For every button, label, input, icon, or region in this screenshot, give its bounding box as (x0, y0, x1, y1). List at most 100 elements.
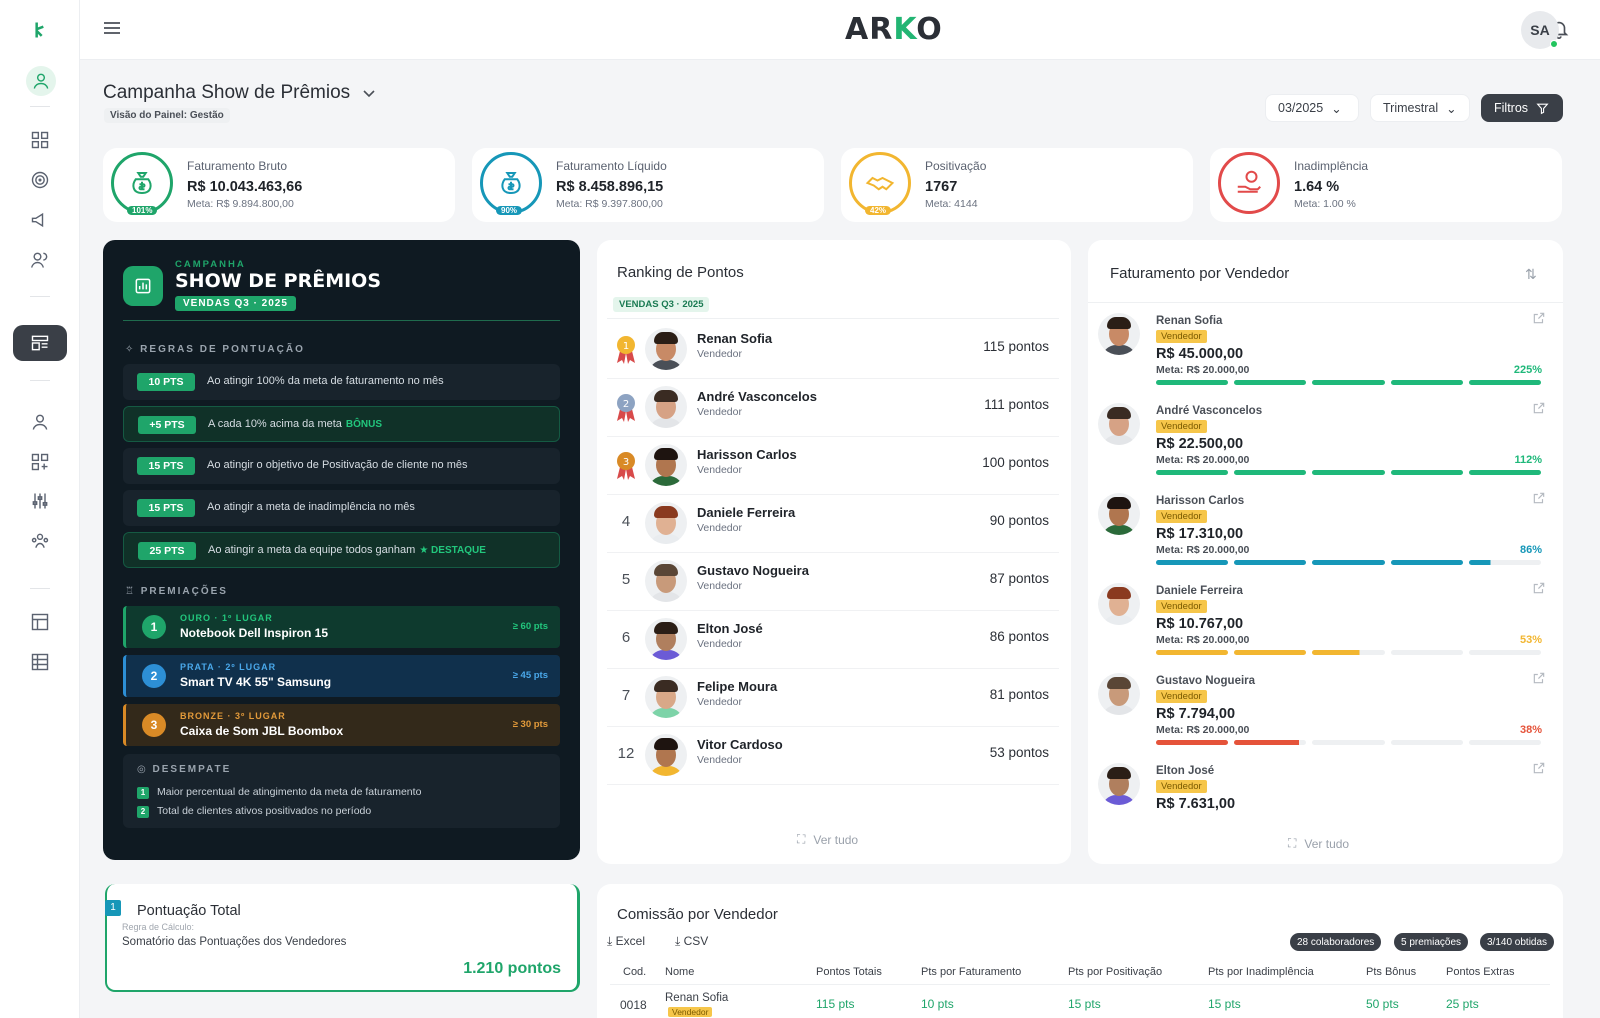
menu-icon[interactable] (103, 20, 121, 36)
ranking-row[interactable]: 4 Daniele Ferreira Vendedor 90 pontos (607, 495, 1059, 553)
users-icon[interactable] (26, 246, 54, 274)
seller-billing-percent: 38% (1519, 724, 1542, 736)
score-total-rule-label: Regra de Cálculo: (122, 922, 195, 932)
row-name: Renan Sofia (665, 992, 729, 1004)
ranking-row[interactable]: 12 Vitor Cardoso Vendedor 53 pontos (607, 727, 1059, 785)
tiebreak-box: ◎ DESEMPATE 1 Maior percentual de atingim… (123, 754, 560, 828)
seller-billing-value: R$ 7.631,00 (1156, 796, 1236, 812)
col-positivation-points[interactable]: Pts por Positivação (1068, 966, 1162, 978)
seller-score: 53 pontos (989, 745, 1049, 760)
target-icon[interactable] (26, 166, 54, 194)
billing-list[interactable]: Renan Sofia Vendedor R$ 45.000,00 Meta: R$ … (1088, 303, 1563, 819)
billing-row[interactable]: Elton José Vendedor R$ 7.631,00 (1098, 761, 1550, 819)
col-extra-points[interactable]: Pontos Extras (1446, 966, 1514, 978)
seller-name: Harisson Carlos (697, 447, 797, 462)
prize-silver: 2 PRATA · 2º LUGAR Smart TV 4K 55" Samsu… (123, 655, 560, 697)
apps-add-icon[interactable] (26, 448, 54, 476)
kpi-percent-badge: 90% (496, 206, 523, 215)
ranking-row[interactable]: 6 Elton José Vendedor 86 pontos (607, 611, 1059, 669)
medal-icon: 3 (617, 452, 635, 480)
ranking-period-chip: VENDAS Q3 · 2025 (613, 297, 710, 312)
prizes-heading: ♖ PREMIAÇÕES (125, 586, 228, 597)
billing-see-all-button[interactable]: ⛶ Ver tudo (1288, 836, 1349, 851)
kpi-label: Inadimplência (1294, 159, 1369, 173)
export-csv-button[interactable]: ⤓ CSV (675, 934, 708, 949)
avatar (645, 560, 687, 602)
col-bonus-points[interactable]: Pts Bônus (1366, 966, 1416, 978)
col-default-points[interactable]: Pts por Inadimplência (1208, 966, 1314, 978)
progress-segment (1468, 560, 1542, 565)
person-icon[interactable] (26, 408, 54, 436)
external-link-icon[interactable] (1532, 671, 1546, 685)
seller-billing-meta: Meta: R$ 20.000,00 (1156, 724, 1250, 736)
tiebreak-heading: ◎ DESEMPATE (137, 764, 232, 775)
progress-segment (1156, 380, 1229, 385)
obtained-count-pill: 3/140 obtidas (1480, 933, 1555, 951)
billing-row[interactable]: Gustavo Nogueira Vendedor R$ 7.794,00 Meta:… (1098, 671, 1550, 761)
medal-icon: 2 (617, 394, 635, 422)
ranking-row[interactable]: 7 Felipe Moura Vendedor 81 pontos (607, 669, 1059, 727)
progress-segment (1312, 650, 1385, 655)
chevron-down-icon[interactable] (363, 90, 375, 98)
billing-row[interactable]: Harisson Carlos Vendedor R$ 17.310,00 Meta:… (1098, 491, 1550, 581)
app-logo-icon[interactable] (26, 16, 54, 44)
seller-role: Vendedor (697, 754, 742, 766)
seller-role: Vendedor (1156, 510, 1207, 523)
team-icon[interactable] (26, 527, 54, 555)
external-link-icon[interactable] (1532, 491, 1546, 505)
ranking-row[interactable]: 5 Gustavo Nogueira Vendedor 87 pontos (607, 553, 1059, 611)
sliders-icon[interactable] (26, 487, 54, 515)
billing-row[interactable]: Renan Sofia Vendedor R$ 45.000,00 Meta: R$ … (1098, 311, 1550, 401)
ranking-row[interactable]: 1 Renan Sofia Vendedor 115 pontos (607, 321, 1059, 379)
export-excel-button[interactable]: ⤓ Excel (607, 934, 645, 949)
sort-icon[interactable]: ⇅ (1525, 266, 1537, 283)
progress-segment (1468, 470, 1542, 475)
filters-button[interactable]: Filtros (1481, 94, 1563, 122)
col-total-points[interactable]: Pontos Totais (816, 966, 882, 978)
progress-segment (1390, 560, 1463, 565)
seller-score: 86 pontos (989, 629, 1049, 644)
ranking-see-all-button[interactable]: ⛶ Ver tudo (797, 832, 858, 847)
ranking-row[interactable]: 2 André Vasconcelos Vendedor 111 pontos (607, 379, 1059, 437)
progress-segment (1234, 650, 1307, 655)
frequency-select[interactable]: Trimestral ⌄ (1370, 94, 1470, 122)
prize-gold: 1 OURO · 1º LUGAR Notebook Dell Inspiron… (123, 606, 560, 648)
ranking-position: 6 (621, 629, 631, 646)
external-link-icon[interactable] (1532, 581, 1546, 595)
expand-icon: ⛶ (797, 832, 806, 846)
filter-icon (1536, 103, 1549, 114)
page-title[interactable]: Campanha Show de Prêmios (103, 82, 375, 104)
external-link-icon[interactable] (1532, 311, 1546, 325)
seller-name: Renan Sofia (1156, 315, 1223, 327)
campaign-period-chip: VENDAS Q3 · 2025 (175, 296, 296, 311)
col-billing-points[interactable]: Pts por Faturamento (921, 966, 1021, 978)
kpi-meta: Meta: R$ 9.894.800,00 (187, 198, 294, 210)
dashboard-icon[interactable] (26, 126, 54, 154)
seller-name: Daniele Ferreira (697, 505, 796, 520)
table-settings-icon[interactable] (26, 608, 54, 636)
avatar (1098, 673, 1140, 715)
ranking-row[interactable]: 3 Harisson Carlos Vendedor 100 pontos (607, 437, 1059, 495)
col-cod[interactable]: Cod. (623, 966, 646, 978)
user-avatar[interactable]: SA (1521, 11, 1559, 49)
col-name[interactable]: Nome (665, 966, 694, 978)
table-row[interactable] (610, 984, 1550, 985)
user-profile-icon[interactable] (26, 66, 56, 96)
megaphone-icon[interactable] (26, 206, 54, 234)
medal-icon: 1 (617, 336, 635, 364)
billing-row[interactable]: Daniele Ferreira Vendedor R$ 10.767,00 Meta… (1098, 581, 1550, 671)
seller-score: 90 pontos (989, 513, 1049, 528)
expand-icon: ⛶ (1288, 836, 1297, 850)
external-link-icon[interactable] (1532, 401, 1546, 415)
table-icon[interactable] (26, 648, 54, 676)
external-link-icon[interactable] (1532, 761, 1546, 775)
campaign-layout-icon[interactable] (13, 325, 67, 361)
ranking-position: 7 (621, 687, 631, 704)
svg-text:3: 3 (623, 457, 629, 468)
billing-row[interactable]: André Vasconcelos Vendedor R$ 22.500,00 Met… (1098, 401, 1550, 491)
seller-name: André Vasconcelos (697, 389, 817, 404)
kpi-card-gross: 101% Faturamento Bruto R$ 10.043.463,66 … (103, 148, 455, 222)
rule-item: 25 PTS Ao atingir a meta da equipe todos … (123, 532, 560, 568)
period-select[interactable]: 03/2025 ⌄ (1265, 94, 1359, 122)
seller-name: Felipe Moura (697, 679, 778, 694)
